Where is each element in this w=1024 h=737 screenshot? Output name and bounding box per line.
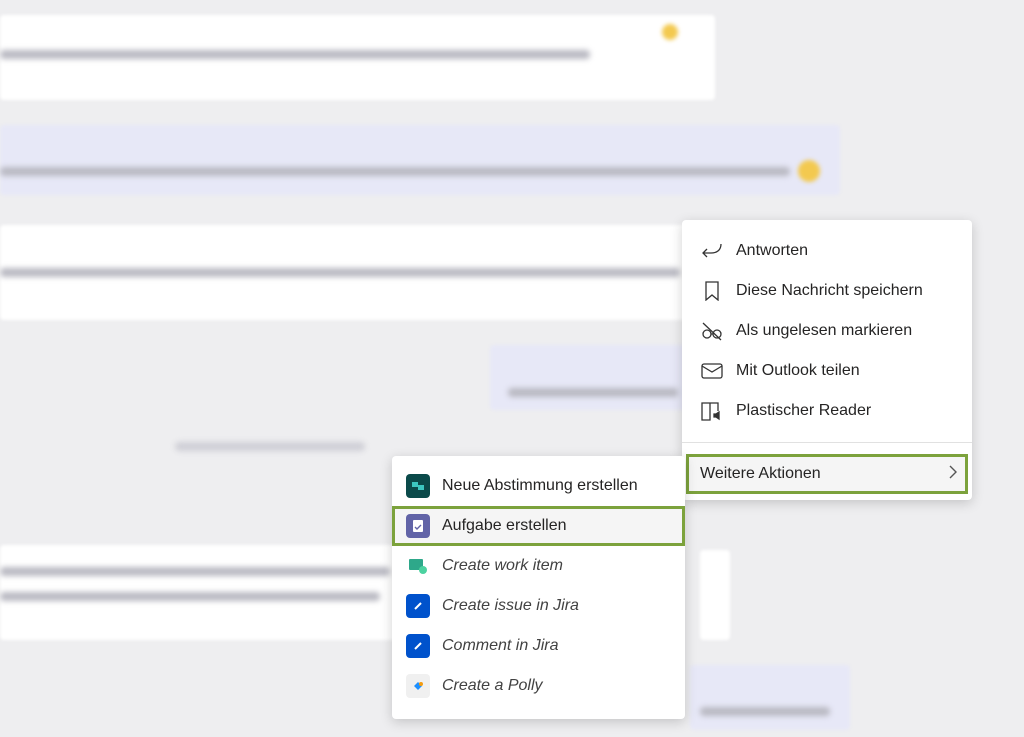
- submenu-item-create-work-item[interactable]: Create work item: [392, 546, 685, 586]
- emoji-icon: [798, 160, 820, 182]
- bookmark-icon: [700, 279, 724, 303]
- menu-item-label: Comment in Jira: [442, 637, 559, 654]
- menu-item-label: Diese Nachricht speichern: [736, 282, 923, 299]
- more-actions-submenu: Neue Abstimmung erstellen Aufgabe erstel…: [392, 456, 685, 719]
- divider: [682, 442, 972, 443]
- menu-item-label: Als ungelesen markieren: [736, 322, 913, 339]
- menu-item-label: Neue Abstimmung erstellen: [442, 477, 638, 494]
- chevron-right-icon: [948, 464, 958, 485]
- menu-item-label: Weitere Aktionen: [700, 465, 821, 482]
- menu-item-more-actions[interactable]: Weitere Aktionen: [686, 454, 968, 494]
- submenu-item-create-jira-issue[interactable]: Create issue in Jira: [392, 586, 685, 626]
- polly-icon: [406, 674, 430, 698]
- submenu-item-create-task[interactable]: Aufgabe erstellen: [392, 506, 685, 546]
- menu-item-label: Plastischer Reader: [736, 402, 872, 419]
- submenu-item-create-polly[interactable]: Create a Polly: [392, 666, 685, 706]
- azure-boards-icon: [406, 554, 430, 578]
- message-card: [490, 345, 690, 410]
- mail-icon: [700, 359, 724, 383]
- immersive-reader-icon: [700, 399, 724, 423]
- menu-item-mark-unread[interactable]: Als ungelesen markieren: [682, 311, 972, 351]
- reaction-icon: [662, 24, 678, 40]
- jira-icon: [406, 594, 430, 618]
- menu-item-label: Create work item: [442, 557, 563, 574]
- message-card: [0, 125, 840, 195]
- menu-item-label: Aufgabe erstellen: [442, 517, 567, 534]
- menu-item-save[interactable]: Diese Nachricht speichern: [682, 271, 972, 311]
- menu-item-label: Mit Outlook teilen: [736, 362, 860, 379]
- jira-icon: [406, 634, 430, 658]
- message-card: [690, 665, 850, 730]
- menu-item-reply[interactable]: Antworten: [682, 231, 972, 271]
- menu-item-immersive-reader[interactable]: Plastischer Reader: [682, 391, 972, 431]
- menu-item-label: Create issue in Jira: [442, 597, 579, 614]
- tasks-icon: [406, 514, 430, 538]
- forms-poll-icon: [406, 474, 430, 498]
- unread-glasses-icon: [700, 319, 724, 343]
- message-context-menu: Antworten Diese Nachricht speichern Als …: [682, 220, 972, 500]
- submenu-item-poll[interactable]: Neue Abstimmung erstellen: [392, 466, 685, 506]
- reply-icon: [700, 239, 724, 263]
- submenu-item-comment-jira[interactable]: Comment in Jira: [392, 626, 685, 666]
- menu-item-label: Antworten: [736, 242, 809, 259]
- menu-item-label: Create a Polly: [442, 677, 543, 694]
- menu-item-share-outlook[interactable]: Mit Outlook teilen: [682, 351, 972, 391]
